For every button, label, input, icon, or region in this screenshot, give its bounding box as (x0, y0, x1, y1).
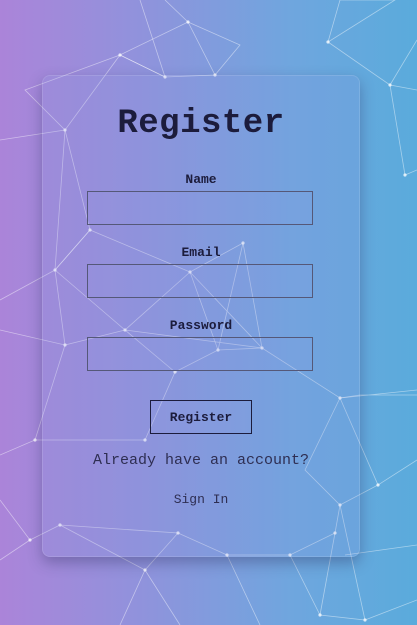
email-input[interactable] (87, 264, 313, 298)
name-input[interactable] (87, 191, 313, 225)
password-label: Password (169, 318, 233, 333)
register-card: Register Name Email Password Register Al… (42, 75, 360, 557)
sign-in-link[interactable]: Sign In (151, 492, 251, 507)
account-prompt: Already have an account? (92, 452, 310, 469)
email-label: Email (181, 245, 221, 260)
page-title: Register (117, 105, 285, 143)
register-button[interactable]: Register (150, 400, 252, 434)
name-label: Name (185, 172, 217, 187)
password-input[interactable] (87, 337, 313, 371)
